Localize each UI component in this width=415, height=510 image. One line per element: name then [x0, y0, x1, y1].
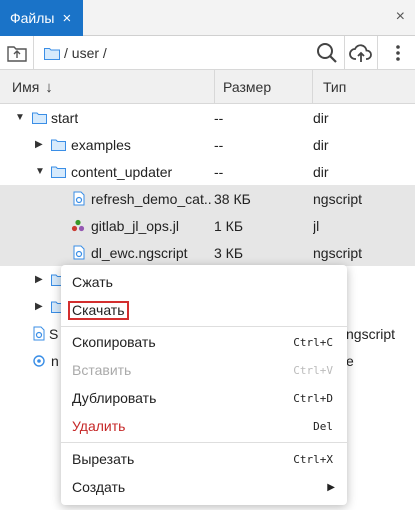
column-size-label: Размер — [223, 79, 272, 95]
row-name: start — [51, 109, 79, 126]
row-name: gitlab_jl_ops.jl — [91, 217, 179, 234]
menu-item-label: Скачать — [72, 302, 125, 318]
folder-icon — [51, 131, 66, 158]
gear-file-icon — [32, 347, 46, 374]
column-type-label: Тип — [323, 79, 347, 95]
row-name: S — [49, 325, 59, 342]
folder-icon — [44, 47, 60, 60]
search-button[interactable] — [312, 36, 342, 70]
menu-shortcut: Ctrl+V — [293, 363, 333, 377]
breadcrumb[interactable]: / user / — [44, 36, 107, 70]
tab-files[interactable]: Файлы × — [0, 0, 83, 36]
menu-item-label: Удалить — [72, 418, 126, 434]
breadcrumb-path: / user / — [64, 45, 107, 61]
menu-item-cut[interactable]: Вырезать Ctrl+X — [61, 445, 347, 473]
menu-separator — [61, 326, 347, 327]
julia-file-icon — [71, 212, 85, 239]
menu-item-duplicate[interactable]: Дублировать Ctrl+D — [61, 384, 347, 412]
tree-row[interactable]: ▼ start -- dir — [0, 104, 415, 131]
row-type: e — [346, 352, 354, 369]
row-size: 3 КБ — [214, 244, 244, 261]
expand-arrow-icon[interactable]: ▶ — [35, 131, 43, 158]
row-type: ngscript — [313, 244, 363, 261]
menu-item-copy[interactable]: Скопировать Ctrl+C — [61, 328, 347, 356]
row-type: ngscript — [346, 325, 396, 342]
tree-row-selected[interactable]: dl_ewc.ngscript 3 КБ ngscript — [0, 239, 415, 266]
row-name: n — [51, 352, 59, 369]
menu-shortcut: Ctrl+X — [293, 452, 333, 466]
submenu-arrow-icon: ▶ — [327, 481, 335, 493]
context-menu: Сжать Скачать Скопировать Ctrl+C Вставит… — [61, 265, 347, 505]
row-size: -- — [214, 136, 224, 153]
menu-item-label: Сжать — [72, 274, 113, 290]
upload-button[interactable] — [344, 36, 378, 70]
row-size: -- — [214, 109, 224, 126]
menu-shortcut: Ctrl+D — [293, 391, 333, 405]
menu-item-label: Вставить — [72, 362, 132, 378]
panel-close-icon[interactable]: × — [396, 8, 405, 26]
ngscript-file-icon — [33, 320, 45, 347]
ngscript-file-icon — [73, 185, 85, 212]
row-type: dir — [313, 136, 329, 153]
menu-shortcut: Del — [313, 419, 333, 433]
menu-item-delete[interactable]: Удалить Del — [61, 412, 347, 440]
column-name[interactable]: Имя ↓ — [12, 70, 53, 104]
menu-item-compress[interactable]: Сжать — [61, 268, 347, 296]
column-size[interactable]: Размер — [214, 70, 312, 104]
column-header: Имя ↓ Размер Тип — [0, 70, 415, 104]
collapse-arrow-icon[interactable]: ▼ — [35, 158, 45, 185]
row-type: ngscript — [313, 190, 363, 207]
menu-separator — [61, 442, 347, 443]
menu-item-download[interactable]: Скачать — [61, 296, 347, 324]
tree-row[interactable]: ▼ content_updater -- dir — [0, 158, 415, 185]
row-size: -- — [214, 163, 224, 180]
menu-item-label: Дублировать — [72, 390, 157, 406]
row-name: examples — [71, 136, 131, 153]
tree-row[interactable]: ▶ examples -- dir — [0, 131, 415, 158]
row-type: dir — [313, 109, 329, 126]
menu-item-label: Создать — [72, 479, 126, 495]
row-size: 38 КБ — [214, 190, 251, 207]
sort-arrow-icon: ↓ — [45, 78, 53, 96]
folder-icon — [32, 104, 47, 131]
ngscript-file-icon — [73, 239, 85, 266]
row-type: jl — [313, 217, 320, 234]
highlight-box: Скачать — [68, 300, 129, 320]
expand-arrow-icon[interactable]: ▶ — [35, 293, 43, 320]
tab-title: Файлы — [10, 10, 55, 26]
more-vertical-icon — [395, 45, 400, 61]
row-name: content_updater — [71, 163, 173, 180]
column-type[interactable]: Тип — [312, 70, 415, 104]
cloud-upload-icon — [349, 44, 372, 62]
folder-up-icon — [6, 46, 27, 62]
row-name: refresh_demo_cat... — [91, 190, 211, 207]
folder-up-button[interactable] — [0, 36, 34, 70]
tab-bar: Файлы × × — [0, 0, 415, 36]
menu-item-paste: Вставить Ctrl+V — [61, 356, 347, 384]
menu-item-create[interactable]: Создать ▶ — [61, 473, 347, 501]
expand-arrow-icon[interactable]: ▶ — [35, 266, 43, 293]
folder-icon — [51, 158, 66, 185]
row-size: 1 КБ — [214, 217, 244, 234]
column-name-label: Имя — [12, 79, 40, 95]
toolbar: / user / — [0, 36, 415, 70]
menu-item-label: Скопировать — [72, 334, 156, 350]
tree-row-selected[interactable]: refresh_demo_cat... 38 КБ ngscript — [0, 185, 415, 212]
more-options-button[interactable] — [380, 36, 415, 70]
row-type: dir — [313, 163, 329, 180]
tree-row-selected[interactable]: gitlab_jl_ops.jl 1 КБ jl — [0, 212, 415, 239]
menu-item-label: Вырезать — [72, 451, 135, 467]
collapse-arrow-icon[interactable]: ▼ — [15, 104, 25, 131]
menu-shortcut: Ctrl+C — [293, 335, 333, 349]
tab-close-icon[interactable]: × — [62, 10, 71, 27]
row-name: dl_ewc.ngscript — [91, 244, 188, 261]
search-icon — [317, 43, 337, 63]
